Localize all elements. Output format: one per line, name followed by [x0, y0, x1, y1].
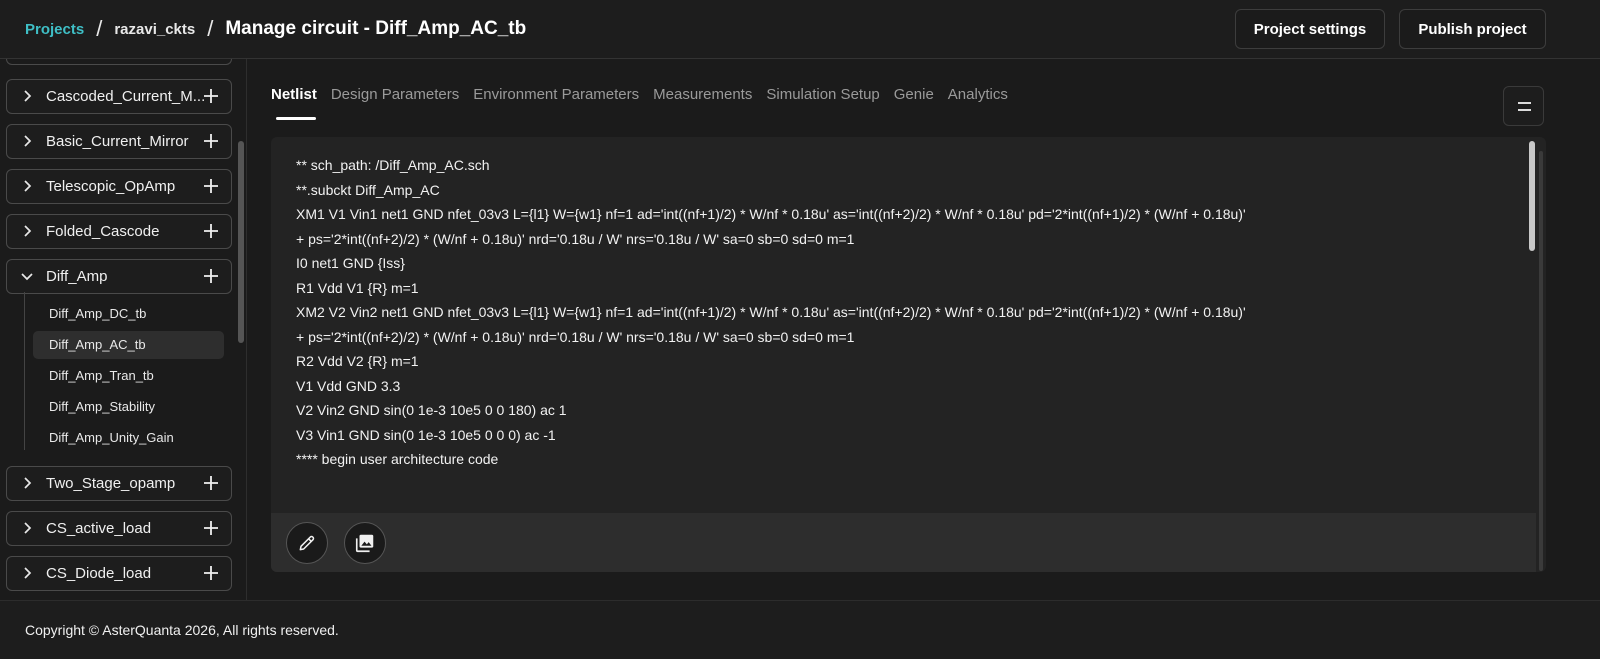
image-gallery-icon — [355, 534, 374, 553]
breadcrumb-separator: / — [207, 16, 214, 41]
menu-button[interactable] — [1503, 86, 1544, 126]
sidebar-group-label: CS_Diode_load — [46, 565, 152, 582]
panel-action-bar — [271, 513, 1536, 572]
menu-icon — [1518, 109, 1531, 111]
sidebar-group[interactable]: Diff_Amp — [6, 259, 232, 294]
netlist-code[interactable]: ** sch_path: /Diff_Amp_AC.sch **.subckt D… — [296, 153, 1246, 472]
sidebar-group[interactable]: CS_Diode_load — [6, 556, 232, 591]
plus-icon[interactable] — [203, 133, 219, 149]
chevron-right-icon[interactable] — [20, 521, 34, 535]
tab-environment-parameters[interactable]: Environment Parameters — [473, 86, 639, 116]
netlist-line: I0 net1 GND {Iss} — [296, 255, 405, 271]
netlist-panel: ** sch_path: /Diff_Amp_AC.sch **.subckt D… — [271, 137, 1546, 572]
netlist-line: V1 Vdd GND 3.3 — [296, 377, 401, 394]
plus-icon[interactable] — [203, 520, 219, 536]
netlist-line: ** sch_path: /Diff_Amp_AC.sch — [296, 157, 490, 173]
sidebar-subitem[interactable]: Diff_Amp_Unity_Gain — [33, 424, 224, 452]
app-footer: Copyright © AsterQuanta 2026, All rights… — [0, 600, 1600, 659]
sidebar-subitem[interactable]: Diff_Amp_Tran_tb — [33, 362, 224, 390]
tab-measurements[interactable]: Measurements — [653, 86, 752, 116]
edit-netlist-button[interactable] — [286, 522, 328, 564]
plus-icon[interactable] — [203, 475, 219, 491]
publish-project-button[interactable]: Publish project — [1399, 9, 1546, 49]
breadcrumb-projects-link[interactable]: Projects — [25, 21, 84, 38]
chevron-right-icon[interactable] — [20, 476, 34, 490]
view-schematic-button[interactable] — [344, 522, 386, 564]
sidebar-card-partial — [6, 59, 232, 65]
menu-icon — [1518, 102, 1531, 104]
sidebar-group-label: Cascoded_Current_M... — [46, 88, 206, 105]
tab-genie[interactable]: Genie — [894, 86, 934, 116]
sidebar-scrollbar[interactable] — [238, 141, 244, 343]
plus-icon[interactable] — [203, 178, 219, 194]
chevron-right-icon[interactable] — [20, 224, 34, 238]
pencil-icon — [299, 535, 315, 551]
sidebar-group[interactable]: CS_active_load — [6, 511, 232, 546]
project-settings-button[interactable]: Project settings — [1235, 9, 1385, 49]
netlist-line: V2 Vin2 GND sin(0 1e-3 10e5 0 0 180) ac … — [296, 402, 567, 418]
netlist-line: XM1 V1 Vin1 net1 GND nfet_03v3 L={l1} W=… — [296, 206, 1246, 222]
tree-guide-line — [24, 292, 25, 450]
netlist-line: R1 Vdd V1 {R} m=1 — [296, 279, 419, 296]
chevron-right-icon[interactable] — [20, 134, 34, 148]
netlist-line: R2 Vdd V2 {R} m=1 — [296, 353, 419, 369]
sidebar-subitem[interactable]: Diff_Amp_DC_tb — [33, 300, 224, 328]
plus-icon[interactable] — [203, 88, 219, 104]
page-title: Manage circuit - Diff_Amp_AC_tb — [225, 18, 527, 39]
chevron-right-icon[interactable] — [20, 566, 34, 580]
tab-design-parameters[interactable]: Design Parameters — [331, 86, 459, 116]
netlist-line: + ps='2*int((nf+2)/2) * (W/nf + 0.18u)' … — [296, 230, 855, 247]
sidebar-group-label: Two_Stage_opamp — [46, 475, 176, 492]
sidebar-group-label: Diff_Amp — [46, 268, 108, 285]
panel-scrollbar[interactable] — [1529, 141, 1535, 251]
sidebar-group[interactable]: Folded_Cascode — [6, 214, 232, 249]
sidebar-group-label: CS_active_load — [46, 520, 152, 537]
active-tab-indicator — [276, 117, 316, 120]
tab-analytics[interactable]: Analytics — [948, 86, 1008, 116]
sidebar-group[interactable]: Two_Stage_opamp — [6, 466, 232, 501]
sidebar-group[interactable]: Cascoded_Current_M... — [6, 79, 232, 114]
sidebar-group-label: Telescopic_OpAmp — [46, 178, 176, 195]
copyright-text: Copyright © AsterQuanta 2026, All rights… — [25, 622, 339, 638]
plus-icon[interactable] — [203, 223, 219, 239]
plus-icon[interactable] — [203, 268, 219, 284]
netlist-line: XM2 V2 Vin2 net1 GND nfet_03v3 L={l1} W=… — [296, 304, 1246, 320]
tab-netlist[interactable]: Netlist — [271, 86, 317, 116]
panel-scroll-track — [1539, 151, 1543, 571]
plus-icon[interactable] — [203, 565, 219, 581]
chevron-right-icon[interactable] — [20, 179, 34, 193]
netlist-line: **.subckt Diff_Amp_AC — [296, 181, 440, 198]
sidebar-subitem[interactable]: Diff_Amp_Stability — [33, 393, 224, 421]
sidebar: Cascoded_Current_M... Basic_Current_Mirro… — [0, 59, 247, 600]
breadcrumb-project-link[interactable]: razavi_ckts — [114, 21, 195, 38]
tab-bar: Netlist Design Parameters Environment Para… — [271, 86, 1022, 116]
sidebar-group-label: Basic_Current_Mirror — [46, 133, 189, 150]
netlist-line: + ps='2*int((nf+2)/2) * (W/nf + 0.18u)' … — [296, 328, 855, 345]
sidebar-group[interactable]: Telescopic_OpAmp — [6, 169, 232, 204]
sidebar-group-label: Folded_Cascode — [46, 223, 160, 240]
tab-simulation-setup[interactable]: Simulation Setup — [766, 86, 879, 116]
netlist-line: **** begin user architecture code — [296, 451, 499, 467]
chevron-right-icon[interactable] — [20, 89, 34, 103]
breadcrumb-separator: / — [96, 16, 103, 41]
netlist-line: V3 Vin1 GND sin(0 1e-3 10e5 0 0 0) ac -1 — [296, 426, 556, 443]
sidebar-subitem[interactable]: Diff_Amp_AC_tb — [33, 331, 224, 359]
app-header: Projects / razavi_ckts / Manage circuit … — [0, 0, 1600, 59]
sidebar-group[interactable]: Basic_Current_Mirror — [6, 124, 232, 159]
chevron-down-icon[interactable] — [20, 269, 34, 283]
